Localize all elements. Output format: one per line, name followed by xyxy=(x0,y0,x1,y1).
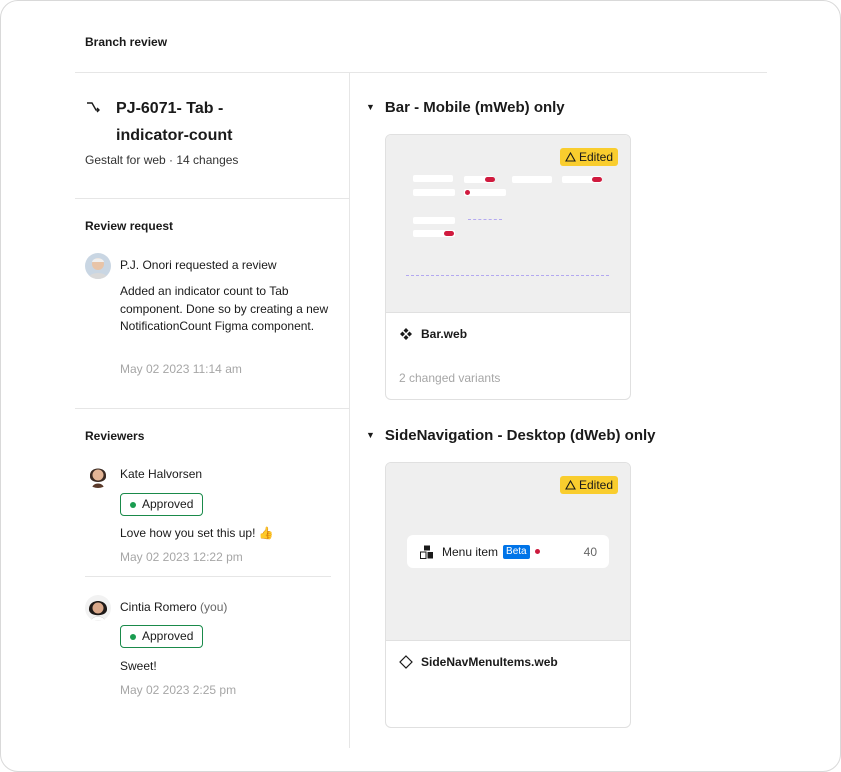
divider xyxy=(85,576,331,577)
thumbnail-block xyxy=(413,217,455,224)
avatar xyxy=(85,253,111,279)
warning-icon xyxy=(565,152,576,162)
diamond-icon xyxy=(399,655,413,669)
status-label: Approved xyxy=(142,629,194,643)
column-divider xyxy=(349,72,350,748)
you-tag: (you) xyxy=(200,600,228,614)
blocks-icon xyxy=(420,545,433,559)
menu-item-label: Menu item xyxy=(442,544,499,559)
comment-timestamp: May 02 2023 2:25 pm xyxy=(120,683,237,697)
component-preview: Edited Menu item Beta 40 xyxy=(386,463,630,641)
beta-badge: Beta xyxy=(503,544,530,559)
status-dot-icon xyxy=(130,633,136,640)
review-request-heading: Review request xyxy=(85,219,174,233)
thumbnail-block xyxy=(464,189,506,196)
thumbnail-block xyxy=(485,177,495,182)
thumbnail-line xyxy=(468,219,502,221)
branch-subtitle: Gestalt for web · 14 changes xyxy=(85,153,239,167)
thumbnail-block xyxy=(592,177,602,182)
section-title: Bar - Mobile (mWeb) only xyxy=(384,99,565,116)
branch-icon xyxy=(87,102,100,113)
section-toggle-sidenav[interactable]: ▼ SideNavigation - Desktop (dWeb) only xyxy=(366,427,656,444)
component-card[interactable]: Edited Menu item Beta 40 SideNavMenuItem… xyxy=(385,462,631,728)
changed-variants: 2 changed variants xyxy=(399,371,501,385)
component-preview: Edited xyxy=(386,135,630,313)
thumbnail-block xyxy=(444,231,454,236)
thumbnail-block xyxy=(465,190,470,195)
component-label: Bar.web xyxy=(421,327,468,341)
component-icon xyxy=(400,328,412,340)
approved-badge: Approved xyxy=(120,625,204,648)
menu-item-preview: Menu item Beta 40 xyxy=(407,535,609,568)
edited-badge: Edited xyxy=(559,476,618,494)
requester-text: P.J. Onori requested a review xyxy=(120,258,277,272)
reviewer-comment: Sweet! xyxy=(120,659,157,673)
thumbnail-block xyxy=(413,175,453,182)
page-title: Branch review xyxy=(85,35,168,49)
section-title: SideNavigation - Desktop (dWeb) only xyxy=(384,427,656,444)
status-label: Approved xyxy=(142,497,194,511)
avatar xyxy=(85,595,111,621)
caret-down-icon: ▼ xyxy=(366,102,375,112)
reviewer-name: Kate Halvorsen xyxy=(120,467,203,481)
component-name: SideNavMenuItems.web xyxy=(399,655,558,669)
edited-label: Edited xyxy=(578,150,613,164)
divider xyxy=(75,198,349,199)
review-message: Added an indicator count to Tab componen… xyxy=(120,284,329,333)
edited-badge: Edited xyxy=(559,148,618,166)
edited-label: Edited xyxy=(578,478,613,492)
thumbnail-line xyxy=(406,275,609,276)
divider xyxy=(75,408,349,409)
approved-badge: Approved xyxy=(120,493,204,516)
component-card[interactable]: Edited Bar.web 2 changed variants xyxy=(385,134,631,400)
reviewer-name-text: Cintia Romero xyxy=(120,600,197,614)
status-dot-icon xyxy=(130,501,136,508)
avatar xyxy=(85,462,111,488)
branch-title: PJ-6071- Tab - indicator-count xyxy=(116,100,233,144)
reviewer-comment: Love how you set this up! 👍 xyxy=(120,526,274,540)
menu-item-count: 40 xyxy=(583,544,597,559)
thumbnail-block xyxy=(512,176,552,183)
header-divider xyxy=(75,72,767,73)
warning-icon xyxy=(565,480,576,490)
comment-timestamp: May 02 2023 12:22 pm xyxy=(120,550,243,564)
reviewer-name: Cintia Romero (you) xyxy=(120,600,227,614)
reviewers-heading: Reviewers xyxy=(85,429,145,443)
thumbnail-block xyxy=(413,189,455,196)
review-timestamp: May 02 2023 11:14 am xyxy=(120,362,242,376)
component-label: SideNavMenuItems.web xyxy=(421,655,558,669)
component-name: Bar.web xyxy=(399,327,467,341)
notification-dot-icon xyxy=(534,549,540,554)
section-toggle-bar[interactable]: ▼ Bar - Mobile (mWeb) only xyxy=(366,99,565,116)
caret-down-icon: ▼ xyxy=(366,430,375,440)
